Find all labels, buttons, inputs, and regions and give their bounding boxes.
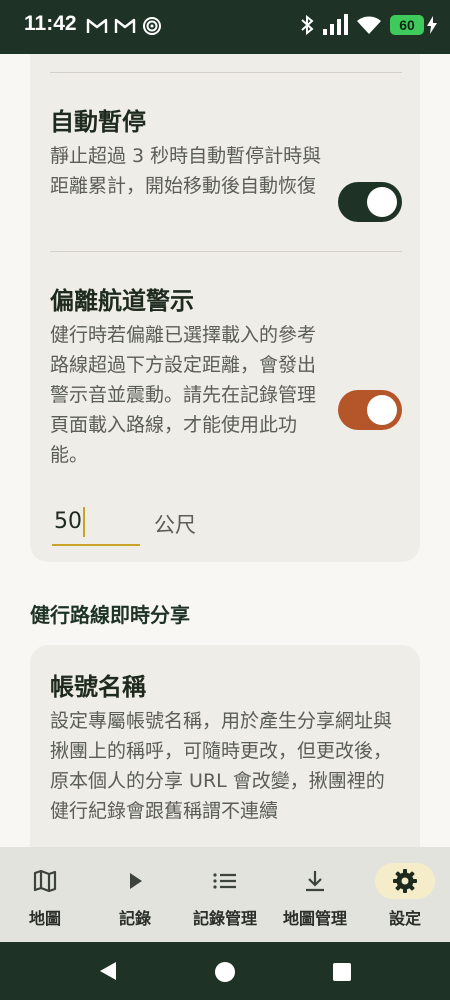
off-route-alert-title: 偏離航道警示 bbox=[50, 287, 194, 315]
nav-icon-container bbox=[285, 863, 345, 899]
status-time: 11:42 bbox=[24, 12, 77, 35]
download-icon bbox=[306, 871, 324, 892]
gmail-icon bbox=[86, 18, 108, 33]
toggle-knob bbox=[367, 395, 397, 425]
system-status-icons: 60 bbox=[300, 14, 438, 36]
auto-pause-description: 靜止超過 3 秒時自動暫停計時與距離累計，開始移動後自動恢復 bbox=[50, 145, 322, 197]
alert-distance-input[interactable]: 50 bbox=[52, 502, 140, 546]
nav-label: 設定 bbox=[388, 909, 421, 928]
general-settings-card: 自動暫停 靜止超過 3 秒時自動暫停計時與距離累計，開始移動後自動恢復 偏離航道… bbox=[30, 54, 420, 562]
nav-item-record[interactable]: 記錄 bbox=[90, 847, 180, 942]
system-navigation-bar bbox=[0, 942, 450, 1000]
auto-pause-toggle[interactable] bbox=[338, 182, 402, 222]
wifi-icon bbox=[357, 16, 381, 34]
nav-icon-container bbox=[105, 863, 165, 899]
sharing-section-heading: 健行路線即時分享 bbox=[30, 603, 190, 627]
nav-label: 記錄管理 bbox=[192, 909, 257, 928]
alert-distance-value: 50 bbox=[54, 509, 82, 534]
settings-content[interactable]: 自動暫停 靜止超過 3 秒時自動暫停計時與距離累計，開始移動後自動恢復 偏離航道… bbox=[0, 54, 450, 847]
battery-indicator: 60 bbox=[390, 15, 438, 35]
nav-item-map-management[interactable]: 地圖管理 bbox=[270, 847, 360, 942]
gear-icon bbox=[393, 869, 417, 893]
nav-icon-container bbox=[15, 863, 75, 899]
recents-icon[interactable] bbox=[332, 962, 352, 982]
map-icon bbox=[33, 869, 57, 893]
nav-label: 地圖 bbox=[28, 909, 61, 928]
off-route-alert-description: 健行時若偏離已選擇載入的參考路線超過下方設定距離，會發出警示音並震動。請先在記錄… bbox=[50, 324, 317, 466]
account-name-description: 設定專屬帳號名稱，用於產生分享網址與揪團上的稱呼，可隨時更改，但更改後，原本個人… bbox=[50, 710, 393, 822]
toggle-knob bbox=[367, 187, 397, 217]
nav-item-record-management[interactable]: 記錄管理 bbox=[180, 847, 270, 942]
alert-distance-unit: 公尺 bbox=[154, 513, 196, 537]
bluetooth-icon bbox=[301, 14, 314, 36]
nav-item-map[interactable]: 地圖 bbox=[0, 847, 90, 942]
back-icon[interactable] bbox=[97, 960, 119, 982]
play-icon bbox=[130, 873, 142, 889]
nav-icon-container bbox=[195, 863, 255, 899]
status-bar: 11:42 60 bbox=[0, 0, 450, 54]
nav-label: 記錄 bbox=[118, 909, 151, 928]
off-route-alert-toggle[interactable] bbox=[338, 390, 402, 430]
account-name-card[interactable]: 帳號名稱 設定專屬帳號名稱，用於產生分享網址與揪團上的稱呼，可隨時更改，但更改後… bbox=[30, 645, 420, 847]
home-icon[interactable] bbox=[214, 961, 236, 983]
nav-item-settings[interactable]: 設定 bbox=[360, 847, 450, 942]
charging-icon bbox=[427, 16, 437, 34]
gmail-icon bbox=[114, 18, 136, 33]
nav-icon-container bbox=[375, 863, 435, 899]
account-name-title: 帳號名稱 bbox=[50, 673, 146, 701]
list-icon bbox=[213, 873, 236, 889]
bottom-navigation: 地圖 記錄 記錄管理 地圖管理 設定 bbox=[0, 847, 450, 942]
notification-icons bbox=[86, 16, 162, 36]
nav-label: 地圖管理 bbox=[282, 909, 347, 928]
text-cursor bbox=[83, 507, 85, 537]
divider bbox=[50, 72, 402, 73]
signal-app-icon bbox=[143, 17, 161, 35]
divider bbox=[50, 251, 402, 252]
battery-level: 60 bbox=[390, 15, 424, 35]
cell-signal-icon bbox=[323, 14, 348, 35]
auto-pause-title: 自動暫停 bbox=[50, 108, 146, 136]
